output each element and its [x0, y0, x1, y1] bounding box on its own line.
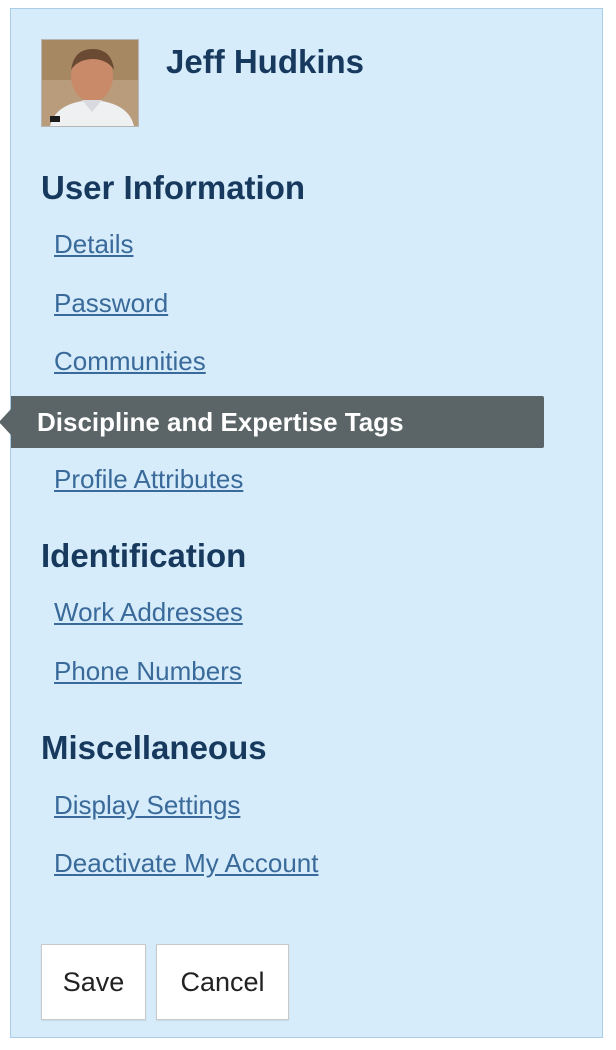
nav-item-discipline-tags-active[interactable]: Discipline and Expertise Tags	[0, 396, 544, 448]
nav-link-phone-numbers[interactable]: Phone Numbers	[54, 656, 242, 687]
cancel-button[interactable]: Cancel	[156, 944, 289, 1020]
nav-link-communities[interactable]: Communities	[54, 346, 206, 377]
nav-link-deactivate-account[interactable]: Deactivate My Account	[54, 848, 318, 879]
section-title-identification: Identification	[41, 537, 247, 574]
save-button[interactable]: Save	[41, 944, 146, 1020]
user-name: Jeff Hudkins	[166, 43, 365, 80]
nav-link-display-settings[interactable]: Display Settings	[54, 790, 240, 821]
nav-link-work-addresses[interactable]: Work Addresses	[54, 597, 243, 628]
nav-link-profile-attributes[interactable]: Profile Attributes	[54, 464, 243, 495]
section-title-miscellaneous: Miscellaneous	[41, 729, 267, 766]
profile-settings-panel: Jeff Hudkins User Information Details Pa…	[0, 8, 603, 1038]
nav-link-password[interactable]: Password	[54, 288, 168, 319]
avatar	[41, 39, 139, 127]
section-title-user-information: User Information	[41, 169, 306, 206]
user-photo-icon	[42, 40, 138, 126]
nav-link-details[interactable]: Details	[54, 229, 133, 260]
nav-item-discipline-tags-label: Discipline and Expertise Tags	[37, 407, 404, 437]
